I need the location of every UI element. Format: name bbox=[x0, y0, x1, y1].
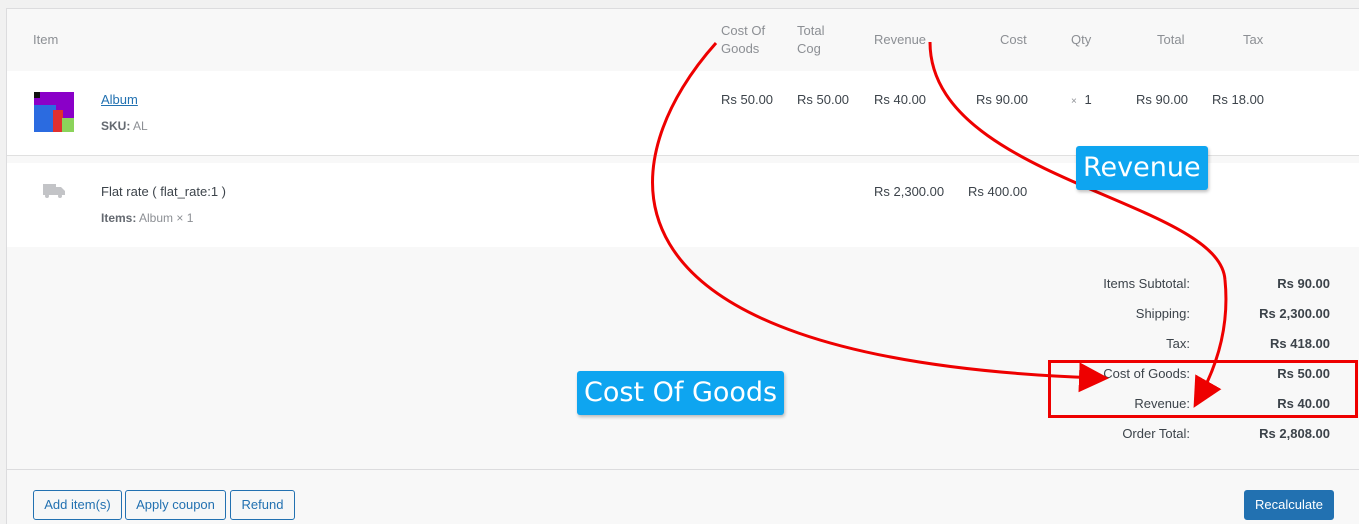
revenue-callout: Revenue bbox=[1076, 146, 1208, 190]
cost-of-goods-callout: Cost Of Goods bbox=[577, 371, 785, 415]
revenue-arrow bbox=[928, 41, 1228, 408]
cost-of-goods-arrow bbox=[651, 41, 1109, 393]
annotation-arrows bbox=[651, 41, 1228, 408]
